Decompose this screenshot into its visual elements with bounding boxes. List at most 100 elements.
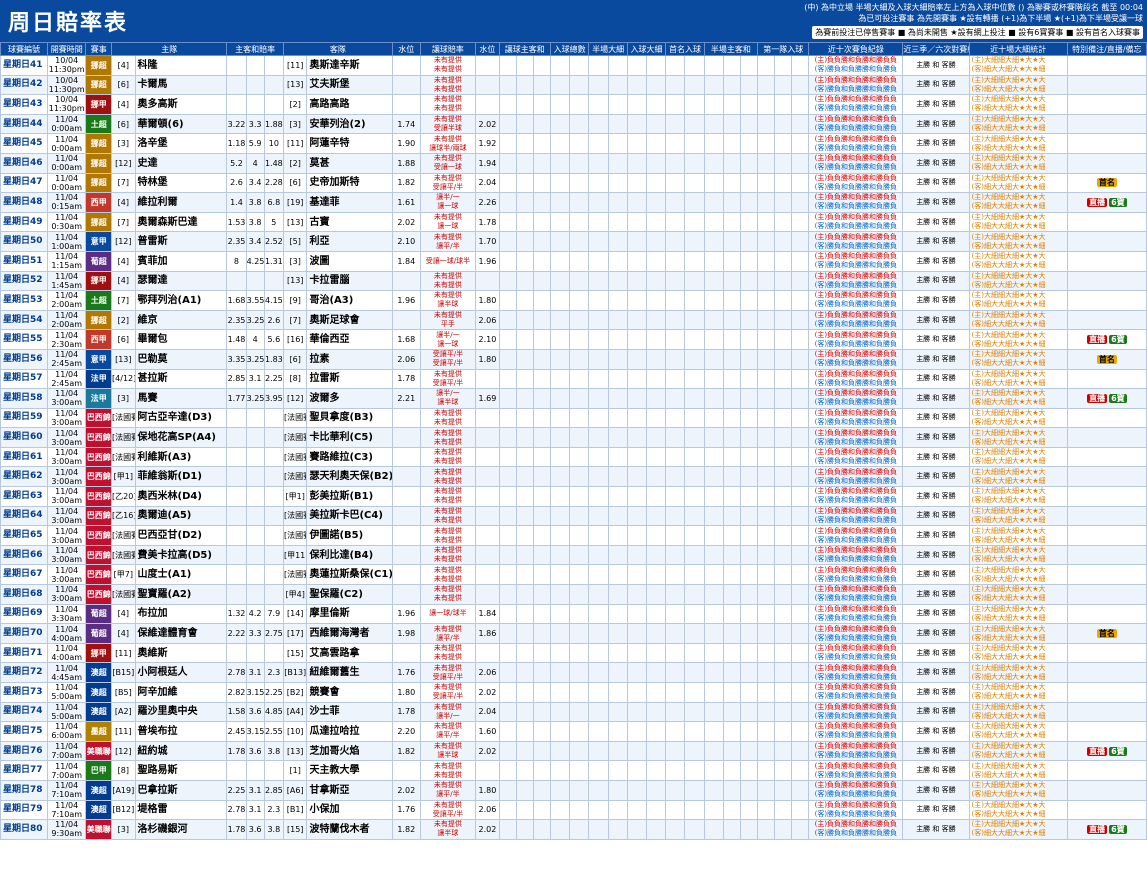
away-team[interactable]: 伊圖諾(B5) bbox=[306, 525, 393, 546]
odds-cell[interactable] bbox=[515, 309, 534, 331]
odds-cell[interactable] bbox=[757, 329, 776, 350]
odds-cell[interactable] bbox=[703, 427, 724, 448]
odds-cell[interactable] bbox=[739, 368, 759, 390]
odds-cell[interactable] bbox=[774, 94, 793, 115]
odds-cell[interactable] bbox=[607, 701, 628, 723]
odds-cell[interactable] bbox=[646, 231, 667, 252]
odds-cell[interactable] bbox=[532, 309, 551, 331]
table-row[interactable]: 星期日50 11/04 1:00am 意甲 [12] 普雷斯 2.35 3.4 2.52 [5] 利… bbox=[0, 231, 1147, 252]
odds-cell[interactable] bbox=[791, 407, 810, 429]
odds-cell[interactable] bbox=[684, 172, 705, 194]
odds-cell[interactable] bbox=[665, 662, 686, 683]
odds-cell[interactable] bbox=[684, 113, 705, 135]
odds-home[interactable]: 2.85 bbox=[226, 368, 247, 390]
odds-home[interactable] bbox=[226, 584, 247, 605]
odds-cell[interactable] bbox=[515, 662, 534, 683]
odds-cell[interactable] bbox=[549, 701, 571, 723]
odds-home[interactable] bbox=[226, 270, 247, 292]
away-team[interactable]: 哥治(A3) bbox=[306, 290, 393, 311]
odds-cell[interactable] bbox=[665, 466, 686, 488]
match-id[interactable]: 星期日60 bbox=[0, 427, 48, 448]
odds-cell[interactable] bbox=[626, 192, 648, 213]
odds-cell[interactable] bbox=[498, 466, 517, 488]
odds-cell[interactable] bbox=[739, 113, 759, 135]
odds-cell[interactable] bbox=[722, 662, 741, 683]
odds-cell[interactable] bbox=[588, 388, 609, 409]
odds-draw[interactable]: 3.25 bbox=[245, 388, 265, 409]
odds-cell[interactable] bbox=[665, 525, 686, 546]
odds-cell[interactable] bbox=[646, 544, 667, 566]
odds-cell[interactable] bbox=[757, 721, 776, 742]
odds-cell[interactable] bbox=[515, 329, 534, 350]
odds-cell[interactable] bbox=[569, 407, 590, 429]
odds-cell[interactable] bbox=[722, 133, 741, 154]
odds-cell[interactable] bbox=[739, 819, 759, 840]
match-id[interactable]: 星期日49 bbox=[0, 211, 48, 233]
odds-home[interactable]: 1.32 bbox=[226, 603, 247, 625]
odds-cell[interactable] bbox=[549, 152, 571, 174]
odds-cell[interactable] bbox=[646, 152, 667, 174]
odds-cell[interactable] bbox=[757, 113, 776, 135]
odds-cell[interactable] bbox=[665, 701, 686, 723]
odds-cell[interactable] bbox=[774, 779, 793, 801]
odds-cell[interactable] bbox=[703, 740, 724, 762]
odds-away[interactable]: 1.31 bbox=[263, 250, 284, 272]
odds-cell[interactable] bbox=[569, 446, 590, 468]
match-id[interactable]: 星期日59 bbox=[0, 407, 48, 429]
odds-cell[interactable] bbox=[684, 740, 705, 762]
odds-away[interactable]: 7.9 bbox=[263, 603, 284, 625]
odds-cell[interactable] bbox=[549, 368, 571, 390]
odds-cell[interactable] bbox=[607, 427, 628, 448]
odds-cell[interactable] bbox=[532, 231, 551, 252]
match-id[interactable]: 星期日51 bbox=[0, 250, 48, 272]
odds-draw[interactable]: 3.8 bbox=[245, 211, 265, 233]
odds-cell[interactable] bbox=[626, 760, 648, 781]
odds-cell[interactable] bbox=[549, 388, 571, 409]
odds-cell[interactable] bbox=[626, 113, 648, 135]
away-team[interactable]: 阿蓮辛特 bbox=[306, 133, 393, 154]
odds-cell[interactable] bbox=[626, 250, 648, 272]
odds-cell[interactable] bbox=[588, 819, 609, 840]
odds-cell[interactable] bbox=[607, 584, 628, 605]
odds-home[interactable] bbox=[226, 55, 247, 76]
odds-cell[interactable] bbox=[646, 740, 667, 762]
odds-cell[interactable] bbox=[646, 74, 667, 96]
odds-draw[interactable] bbox=[245, 55, 265, 76]
table-row[interactable]: 星期日48 11/04 0:15am 西甲 [4] 維拉利爾 1.4 3.8 6.8 [19] 基達… bbox=[0, 192, 1147, 213]
odds-cell[interactable] bbox=[665, 113, 686, 135]
odds-cell[interactable] bbox=[515, 74, 534, 96]
odds-cell[interactable] bbox=[646, 133, 667, 154]
odds-draw[interactable] bbox=[245, 584, 265, 605]
odds-cell[interactable] bbox=[665, 211, 686, 233]
odds-cell[interactable] bbox=[774, 74, 793, 96]
odds-cell[interactable] bbox=[774, 388, 793, 409]
odds-cell[interactable] bbox=[684, 623, 705, 644]
odds-cell[interactable] bbox=[549, 231, 571, 252]
table-row[interactable]: 星期日79 11/04 7:10am 澳超 [B12] 堤格雷 2.78 3.1 2.3 [B1]… bbox=[0, 799, 1147, 821]
odds-cell[interactable] bbox=[739, 74, 759, 96]
odds-cell[interactable] bbox=[515, 701, 534, 723]
odds-cell[interactable] bbox=[774, 172, 793, 194]
odds-home[interactable] bbox=[226, 525, 247, 546]
odds-cell[interactable] bbox=[703, 348, 724, 370]
odds-cell[interactable] bbox=[646, 113, 667, 135]
odds-cell[interactable] bbox=[607, 133, 628, 154]
table-row[interactable]: 星期日51 11/04 1:15am 葡超 [4] 賓菲加 8 4.25 1.31 [3] 波圖 1.… bbox=[0, 250, 1147, 272]
home-team[interactable]: 阿古亞辛達(D3) bbox=[134, 407, 228, 429]
odds-cell[interactable] bbox=[757, 407, 776, 429]
odds-cell[interactable] bbox=[607, 250, 628, 272]
odds-cell[interactable] bbox=[703, 74, 724, 96]
home-team[interactable]: 山度士(A1) bbox=[134, 564, 228, 586]
odds-cell[interactable] bbox=[626, 486, 648, 507]
odds-cell[interactable] bbox=[532, 740, 551, 762]
odds-cell[interactable] bbox=[532, 642, 551, 664]
odds-cell[interactable] bbox=[549, 55, 571, 76]
table-row[interactable]: 星期日47 11/04 0:00am 挪超 [7] 特林堡 2.6 3.4 2.28 [6] 史帝加… bbox=[0, 172, 1147, 194]
odds-cell[interactable] bbox=[569, 309, 590, 331]
odds-draw[interactable]: 3.1 bbox=[245, 368, 265, 390]
odds-cell[interactable] bbox=[569, 701, 590, 723]
odds-cell[interactable] bbox=[739, 192, 759, 213]
six-icon[interactable]: 6寶 bbox=[1109, 335, 1127, 345]
odds-home[interactable]: 1.18 bbox=[226, 133, 247, 154]
odds-cell[interactable] bbox=[757, 388, 776, 409]
